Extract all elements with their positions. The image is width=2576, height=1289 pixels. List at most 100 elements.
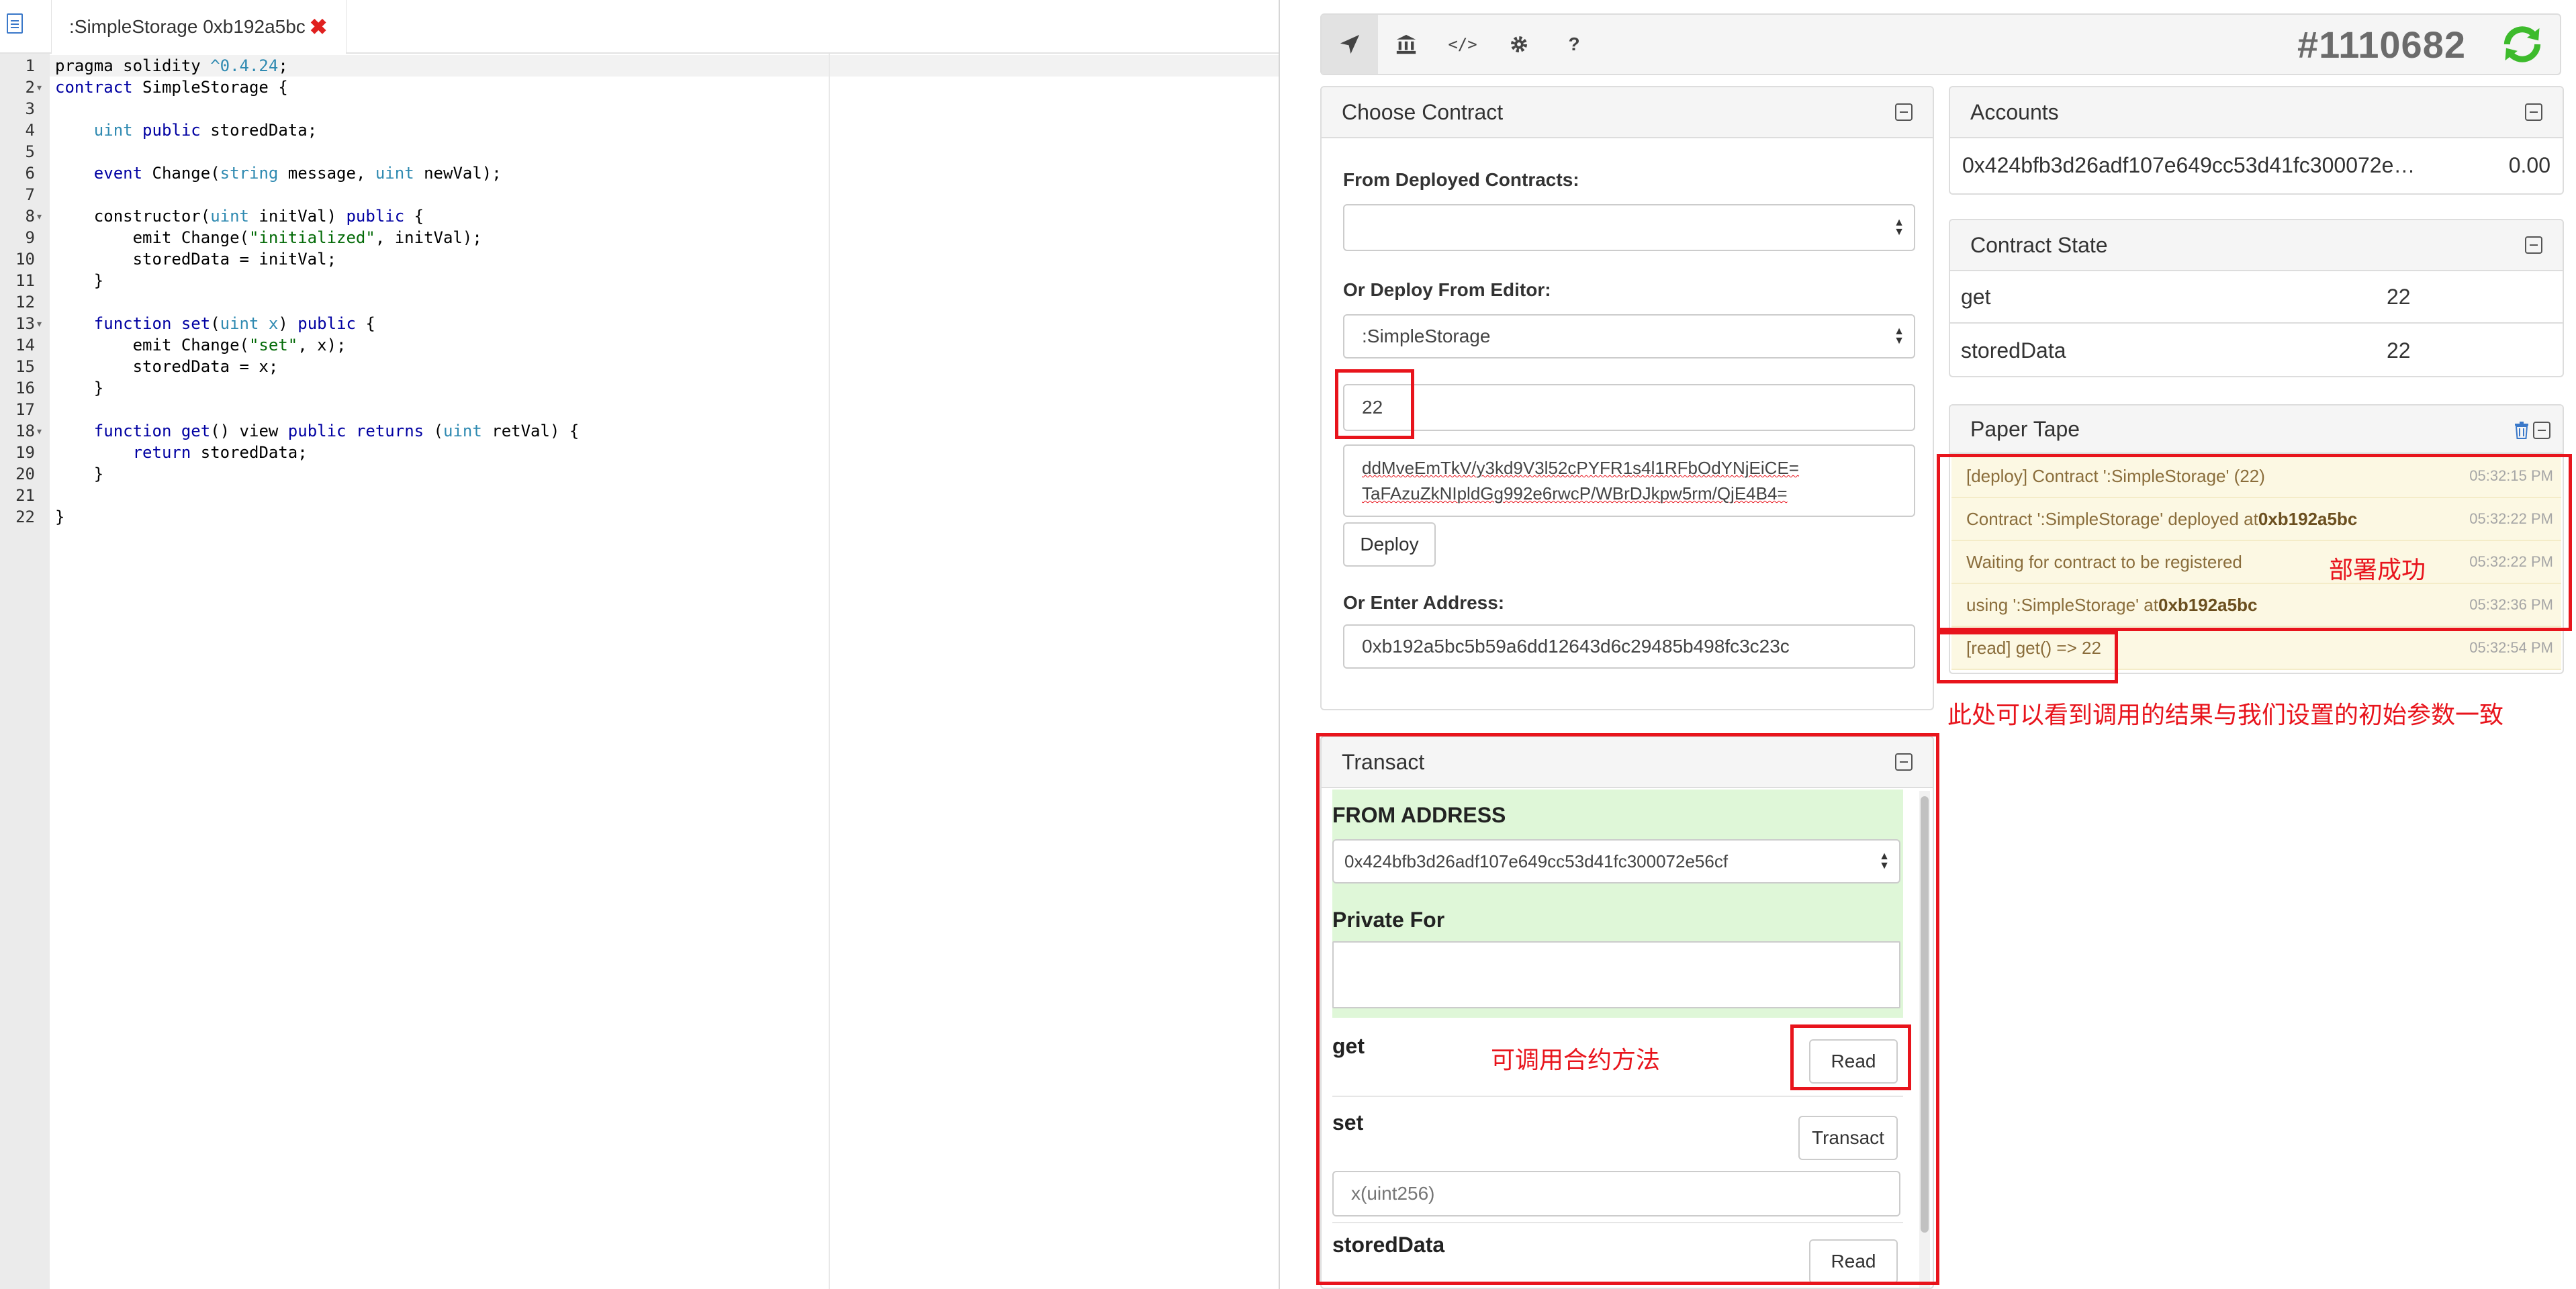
method-name: storedData xyxy=(1332,1233,1445,1257)
fold-toggle-icon[interactable]: ▾ xyxy=(37,420,42,442)
private-for-key-1: ddMveEmTkV/y3kd9V3l52cPYFR1s4l1RFbOdYNjE… xyxy=(1362,458,1799,478)
line-number: 5 xyxy=(25,142,35,161)
line-number: 7 xyxy=(25,185,35,204)
paper-tape-header: Paper Tape xyxy=(1950,405,2563,454)
state-value: 22 xyxy=(2387,285,2411,309)
choose-contract-panel: Choose Contract From Deployed Contracts:… xyxy=(1320,86,1934,710)
scrollbar-thumb[interactable] xyxy=(1921,796,1929,1233)
fold-toggle-icon[interactable]: ▾ xyxy=(37,77,42,98)
deploy-from-editor-label: Or Deploy From Editor: xyxy=(1343,279,1551,300)
code-line[interactable]: } xyxy=(55,377,103,399)
top-toolbar: </> ? #1110682 xyxy=(1320,13,2561,75)
tape-row: [deploy] Contract ':SimpleStorage' (22) 0… xyxy=(1951,455,2561,498)
transact-scrollbar[interactable] xyxy=(1919,791,1930,1288)
from-address-select[interactable]: 0x424bfb3d26adf107e649cc53d41fc300072e56… xyxy=(1332,839,1900,884)
get-read-button[interactable]: Read xyxy=(1809,1039,1898,1084)
bank-icon[interactable] xyxy=(1378,15,1434,74)
code-line[interactable]: function set(uint x) public { xyxy=(55,313,375,334)
line-number: 19 xyxy=(15,443,35,462)
trash-icon[interactable] xyxy=(2514,422,2529,439)
close-icon[interactable]: ✖ xyxy=(310,14,328,40)
line-number: 8 xyxy=(25,207,35,226)
select-arrows-icon: ▲ ▼ xyxy=(1894,326,1904,346)
contract-state-header: Contract State xyxy=(1950,220,2563,271)
fold-toggle-icon[interactable]: ▾ xyxy=(37,313,42,334)
tape-text: Contract ':SimpleStorage' deployed at xyxy=(1966,508,2258,529)
code-line[interactable]: return storedData; xyxy=(55,442,308,463)
annotation-deploy-success: 部署成功 xyxy=(2329,556,2426,583)
state-value: 22 xyxy=(2387,338,2411,363)
state-row: storedData 22 xyxy=(1950,325,2563,376)
from-deployed-select[interactable]: ▲ ▼ xyxy=(1343,204,1915,251)
tape-address: 0xb192a5bc xyxy=(2258,508,2358,529)
code-line[interactable]: pragma solidity ^0.4.24; xyxy=(55,55,288,77)
line-number: 13 xyxy=(15,314,35,333)
account-address[interactable]: 0x424bfb3d26adf107e649cc53d41fc300072e… xyxy=(1962,153,2415,178)
send-icon[interactable] xyxy=(1322,15,1378,74)
code-icon[interactable]: </> xyxy=(1434,15,1491,74)
line-number: 9 xyxy=(25,228,35,247)
private-for-input[interactable] xyxy=(1332,941,1900,1008)
state-name: get xyxy=(1961,285,1991,309)
code-line[interactable]: function get() view public returns (uint… xyxy=(55,420,580,442)
line-number: 11 xyxy=(15,271,35,290)
line-number: 14 xyxy=(15,336,35,354)
code-line[interactable]: storedData = x; xyxy=(55,356,279,377)
storeddata-read-button[interactable]: Read xyxy=(1809,1239,1898,1284)
refresh-icon[interactable] xyxy=(2499,21,2545,67)
line-number: 3 xyxy=(25,99,35,118)
code-line[interactable]: storedData = initVal; xyxy=(55,248,336,270)
annotation-result-note: 此处可以看到调用的结果与我们设置的初始参数一致 xyxy=(1947,701,2504,728)
accounts-title: Accounts xyxy=(1970,99,2059,124)
enter-address-input[interactable]: 0xb192a5bc5b59a6dd12643d6c29485b498fc3c2… xyxy=(1343,624,1915,669)
help-icon[interactable]: ? xyxy=(1546,15,1602,74)
code-line[interactable]: constructor(uint initVal) public { xyxy=(55,205,424,227)
minimize-icon[interactable] xyxy=(1895,103,1913,121)
deploy-button[interactable]: Deploy xyxy=(1343,522,1436,567)
set-transact-button[interactable]: Transact xyxy=(1798,1116,1898,1160)
accounts-header: Accounts xyxy=(1950,87,2563,138)
editor-tab[interactable]: :SimpleStorage 0xb192a5bc ✖ xyxy=(51,0,347,54)
set-param-input[interactable] xyxy=(1332,1171,1900,1216)
code-line[interactable]: event Change(string message, uint newVal… xyxy=(55,162,502,184)
code-line[interactable]: } xyxy=(55,506,64,528)
line-number: 12 xyxy=(15,293,35,312)
line-number-gutter: 1 2 ▾ 3 4 5 6 7 8 ▾ 9 10 11 12 13 ▾ 14 15 16 17 18 ▾ 19 20 21 22 xyxy=(0,54,50,1289)
line-number: 20 xyxy=(15,465,35,483)
minimize-icon[interactable] xyxy=(1895,753,1913,771)
select-arrows-icon: ▲ ▼ xyxy=(1894,217,1904,238)
fold-toggle-icon[interactable]: ▾ xyxy=(37,205,42,227)
line-number: 15 xyxy=(15,357,35,376)
file-icon[interactable] xyxy=(7,13,23,34)
enter-address-label: Or Enter Address: xyxy=(1343,592,1505,613)
minimize-icon[interactable] xyxy=(2533,422,2550,439)
code-line[interactable]: } xyxy=(55,463,103,485)
line-number: 17 xyxy=(15,400,35,419)
deploy-from-editor-select[interactable]: :SimpleStorage ▲ ▼ xyxy=(1343,314,1915,359)
gear-icon[interactable] xyxy=(1491,15,1547,74)
method-name: get xyxy=(1332,1034,1365,1058)
contract-state-panel: Contract State get 22 storedData 22 xyxy=(1949,219,2564,377)
minimize-icon[interactable] xyxy=(2525,103,2542,121)
minimize-icon[interactable] xyxy=(2525,236,2542,254)
tape-text: Waiting for contract to be registered xyxy=(1966,551,2242,572)
tape-address: 0xb192a5bc xyxy=(2158,594,2258,615)
private-for-textarea[interactable]: ddMveEmTkV/y3kd9V3l52cPYFR1s4l1RFbOdYNjE… xyxy=(1343,444,1915,517)
line-number: 1 xyxy=(25,56,35,75)
code-area[interactable]: pragma solidity ^0.4.24; contract SimpleS… xyxy=(50,54,1279,1289)
code-line[interactable]: } xyxy=(55,270,103,291)
tape-row: using ':SimpleStorage' at 0xb192a5bc 05:3… xyxy=(1951,584,2561,627)
choose-contract-header: Choose Contract xyxy=(1322,87,1933,138)
code-editor-pane[interactable]: :SimpleStorage 0xb192a5bc ✖ 1 2 ▾ 3 4 5 6 7 8 ▾ 9 1… xyxy=(0,0,1280,1289)
code-line[interactable]: emit Change("set", x); xyxy=(55,334,347,356)
transact-panel: Transact FROM ADDRESS 0x424bfb3d26adf107… xyxy=(1320,736,1934,1289)
code-line[interactable]: emit Change("initialized", initVal); xyxy=(55,227,482,248)
constructor-arg-input[interactable]: 22 xyxy=(1343,384,1915,431)
deploy-from-editor-value: :SimpleStorage xyxy=(1362,326,1491,346)
contract-state-title: Contract State xyxy=(1970,232,2108,257)
code-line[interactable]: uint public storedData; xyxy=(55,120,317,141)
state-name: storedData xyxy=(1961,338,2066,363)
block-number: #1110682 xyxy=(2297,23,2466,66)
account-balance: 0.00 xyxy=(2508,153,2550,177)
code-line[interactable]: contract SimpleStorage { xyxy=(55,77,288,98)
